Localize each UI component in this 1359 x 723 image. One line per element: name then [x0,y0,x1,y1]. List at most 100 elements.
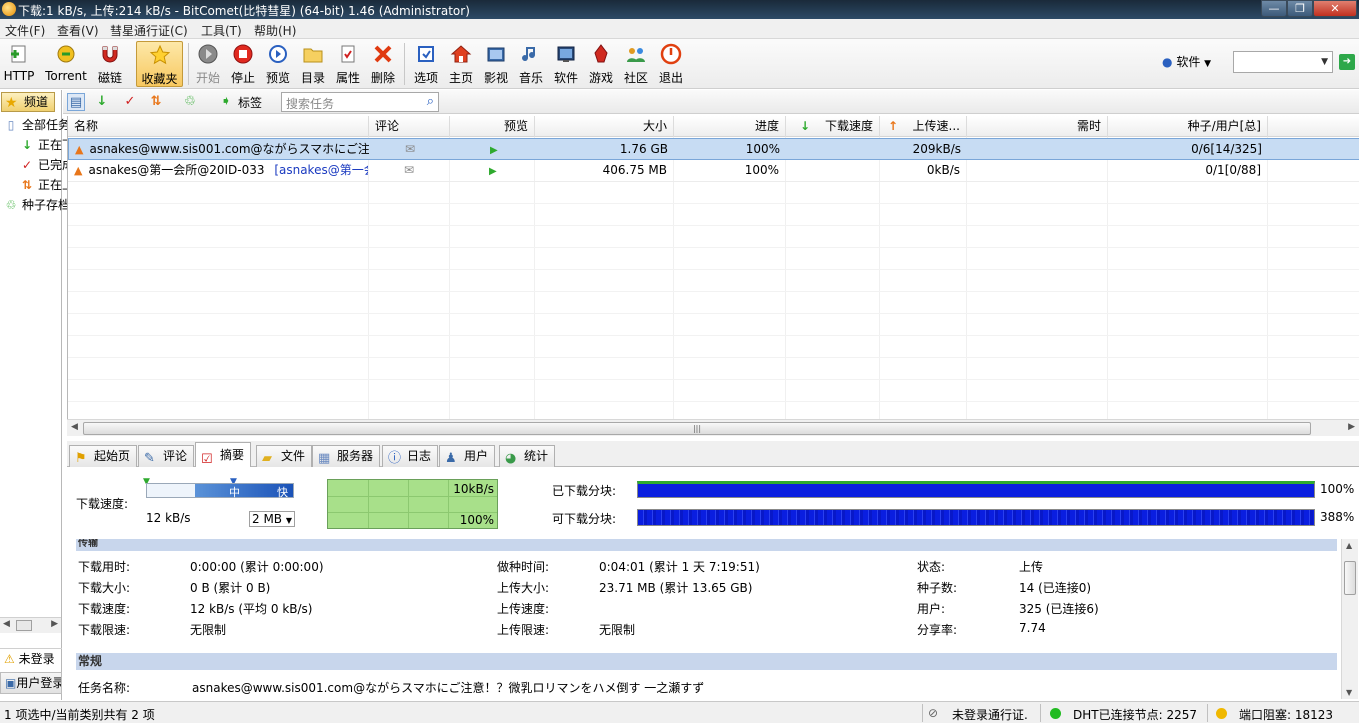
games-button[interactable]: 游戏 [586,41,616,87]
close-button[interactable]: ✕ [1313,0,1357,17]
home-button[interactable]: 主页 [446,41,476,87]
options-button[interactable]: 选项 [411,41,441,87]
magnet-button[interactable]: 磁链 [95,41,125,87]
scrollbar-thumb[interactable] [16,620,32,631]
status-bar: 1 项选中/当前类别共有 2 项 ⊘ 未登录通行证. DHT已连接节点: 225… [0,701,1359,723]
field-value: 0 B (累计 0 B) [190,581,271,595]
down-arrow-icon: ↓ [21,138,33,152]
tab-comments[interactable]: ✎ 评论 [138,445,195,467]
column-comment[interactable]: 评论 [369,116,450,137]
comment-envelope-icon[interactable]: ✉ [404,163,414,177]
tree-item-all-tasks[interactable]: ▯ 全部任务 [4,116,70,133]
column-seeds-peers[interactable]: 种子/用户[总] [1108,116,1268,137]
stop-button[interactable]: 停止 [228,41,258,87]
toolbar-separator [188,43,189,85]
arrow-left-icon[interactable]: ◀ [71,422,78,432]
column-time-left[interactable]: 需时 [967,116,1108,137]
menu-help[interactable]: 帮助(H) [254,22,296,39]
general-section-header[interactable]: 常规 [76,653,1337,670]
summary-vertical-scrollbar[interactable]: ▲ ▼ [1341,539,1358,699]
tree-item-torrent-archive[interactable]: ♲ 种子存档 [4,196,70,213]
menu-passport[interactable]: 彗星通行证(C) [110,22,188,39]
software-button[interactable]: 软件 [551,41,581,87]
down-arrow-icon[interactable]: ↓ [93,93,111,111]
tree-item-completed[interactable]: ✓ 已完成 [20,156,74,173]
start-button[interactable]: 开始 [193,41,223,87]
column-download-speed[interactable]: ↓ 下载速度 [786,116,880,137]
search-input[interactable]: 搜索任务 ⌕ [281,92,439,112]
download-speed-value: 12 kB/s [146,511,191,525]
bitcomet-app-icon [2,2,16,16]
checkmark-icon[interactable]: ✓ [121,93,139,111]
table-horizontal-scrollbar[interactable]: ◀ ||| ▶ [67,419,1359,436]
table-row[interactable]: ▲ asnakes@www.sis001.com@ながらスマホにご注意！？微乳ロリ… [68,138,1359,160]
preview-button[interactable]: 预览 [263,41,293,87]
exit-button[interactable]: 退出 [656,41,686,87]
go-arrow-icon[interactable]: ➜ [1339,54,1355,70]
left-sidebar: ★ 频道 ▯ 全部任务 ↓ 正在下载 ✓ 已完成 ⇅ 正在上传 ♲ 种子存档 ◀ ▶ ⚠ … [0,90,86,700]
search-icon[interactable]: ⌕ [427,94,434,109]
speed-slider[interactable]: 中 快 [146,483,294,499]
tab-files[interactable]: ▰ 文件 [256,445,313,467]
tab-statistics[interactable]: ◕ 统计 [499,445,556,467]
tab-log[interactable]: ⓘ 日志 [382,445,439,467]
user-login-button[interactable]: ▣用户登录 [0,672,62,694]
maximize-button[interactable]: ❐ [1287,0,1313,17]
column-upload-speed[interactable]: ↑ 上传速... [880,116,967,137]
arrow-up-icon[interactable]: ▲ [1346,541,1352,550]
minimize-button[interactable]: — [1261,0,1287,17]
http-button[interactable]: HTTP [2,41,36,87]
arrow-down-icon[interactable]: ▼ [1346,688,1352,697]
play-preview-icon[interactable]: ▶ [489,166,497,177]
tab-start-page[interactable]: ⚑ 起始页 [69,445,138,467]
up-down-arrow-icon[interactable]: ⇅ [147,93,165,111]
favorites-button[interactable]: 收藏夹 [136,41,183,87]
torrent-button[interactable]: Torrent [42,41,90,87]
buffer-size-select[interactable]: 2 MB ▼ [249,511,295,527]
menu-view[interactable]: 查看(V) [57,22,99,39]
scrollbar-thumb[interactable] [1344,561,1356,595]
menu-file[interactable]: 文件(F) [5,22,45,39]
column-progress[interactable]: 进度 [674,116,786,137]
field-label: 用户: [917,602,946,616]
play-preview-icon[interactable]: ▶ [490,145,498,156]
field-value: 14 (已连接0) [1019,581,1092,595]
music-button[interactable]: 音乐 [516,41,546,87]
tab-summary[interactable]: ☑ 摘要 [195,442,252,468]
dht-status: DHT已连接节点: 2257 [1073,708,1197,722]
software-dropdown[interactable]: ● 软件 ▼ [1162,53,1211,70]
field-label: 下载限速: [78,623,131,637]
left-horizontal-scrollbar[interactable]: ◀ ▶ [0,617,61,633]
delete-button[interactable]: 删除 [368,41,398,87]
column-preview[interactable]: 预览 [450,116,535,137]
video-button[interactable]: 影视 [481,41,511,87]
task-seeds-peers: 0/6[14/325] [1191,142,1262,156]
comment-envelope-icon[interactable]: ✉ [405,142,415,156]
menu-tools[interactable]: 工具(T) [201,22,242,39]
passport-status[interactable]: 未登录通行证. [952,706,1028,723]
task-size: 1.76 GB [619,142,668,156]
field-label: 任务名称: [78,681,131,695]
star-icon [149,44,170,65]
transfer-section-header[interactable]: 传输 [76,539,1337,551]
arrow-right-icon[interactable]: ▶ [1348,422,1355,432]
all-tasks-icon[interactable]: ▤ [67,93,85,111]
downloaded-pieces-bar [637,481,1315,498]
task-progress: 100% [744,163,779,177]
properties-button[interactable]: 属性 [333,41,363,87]
task-size: 406.75 MB [602,163,667,177]
tags-button[interactable]: 标签 [238,94,262,111]
software-search-combo[interactable]: ▼ [1233,51,1333,73]
tab-users[interactable]: ♟ 用户 [439,445,496,467]
column-name[interactable]: 名称 [68,116,369,137]
scrollbar-thumb[interactable]: ||| [83,422,1311,435]
community-button[interactable]: 社区 [621,41,651,87]
delete-icon [374,45,392,63]
comment-icon: ✎ [144,451,155,466]
tab-servers[interactable]: ▦ 服务器 [312,445,381,467]
folder-button[interactable]: 目录 [298,41,328,87]
table-row[interactable]: ▲asnakes@第一会所@20ID-033 [asnakes@第一会所] ✉ … [68,160,1359,182]
channel-button[interactable]: ★ 频道 [1,92,55,112]
column-size[interactable]: 大小 [535,116,674,137]
archive-icon[interactable]: ♲ [181,93,199,111]
